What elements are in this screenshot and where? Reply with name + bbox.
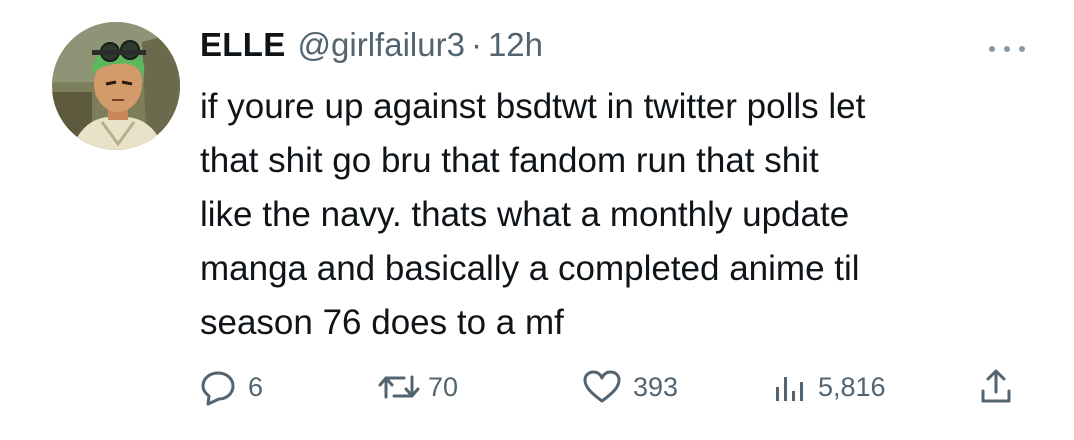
retweet-icon [378,375,420,399]
display-name[interactable]: ELLE [200,26,286,64]
share-button[interactable] [976,362,1016,412]
more-horizontal-icon [989,46,1025,52]
more-options-button[interactable] [985,42,1029,56]
tweet-text: if youre up against bsdtwt in twitter po… [200,80,1020,350]
heart-icon [583,370,621,403]
share-icon [981,369,1011,403]
views-button[interactable]: 5,816 [770,362,886,412]
reply-button[interactable]: 6 [198,362,263,412]
timestamp[interactable]: 12h [488,26,543,64]
tweet-text-line: that shit go bru that fandom run that sh… [200,141,819,180]
reply-count: 6 [248,371,264,402]
like-count: 393 [633,371,679,402]
tweet-text-line: like the navy. thats what a monthly upda… [200,195,850,234]
tweet-card[interactable]: ELLE @girlfailur3 · 12h if youre up agai… [0,0,1074,440]
avatar[interactable] [52,22,180,150]
retweet-button[interactable]: 70 [376,362,458,412]
reply-icon [201,371,235,406]
avatar-image [52,22,180,150]
like-button[interactable]: 393 [581,362,678,412]
views-chart-icon [776,377,803,401]
tweet-text-line: if youre up against bsdtwt in twitter po… [200,87,866,126]
user-handle[interactable]: @girlfailur3 [298,26,465,64]
views-count: 5,816 [818,371,886,402]
retweet-count: 70 [428,371,459,402]
tweet-header: ELLE @girlfailur3 · 12h [200,26,543,76]
tweet-text-line: season 76 does to a mf [200,303,564,342]
tweet-actions: 6 70 393 5,816 [198,362,1038,412]
tweet-text-line: manga and basically a completed anime ti… [200,249,860,288]
separator-dot: · [470,26,482,63]
